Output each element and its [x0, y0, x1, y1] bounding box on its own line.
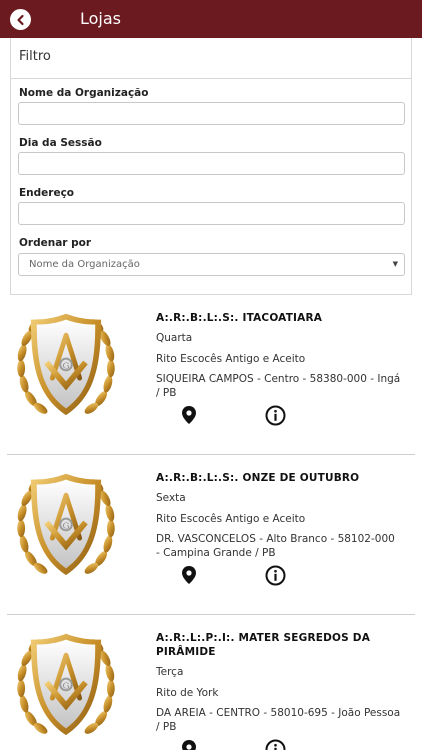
- lodge-name: A:.R:.L:.P:.I:. MATER SEGREDOS DA PIRÂMI…: [156, 632, 371, 658]
- divider: [7, 614, 415, 615]
- lodge-session-day: Terça: [156, 666, 184, 678]
- map-pin-button[interactable]: [178, 564, 200, 586]
- filter-title: Filtro: [11, 38, 411, 79]
- divider: [7, 454, 415, 455]
- info-button[interactable]: [264, 404, 286, 426]
- map-pin-icon: [182, 566, 196, 584]
- info-button[interactable]: [264, 738, 286, 750]
- lodge-address: SIQUEIRA CAMPOS - Centro - 58380-000 - I…: [156, 373, 401, 399]
- address-input[interactable]: [18, 202, 405, 225]
- info-button[interactable]: [264, 564, 286, 586]
- map-pin-button[interactable]: [178, 404, 200, 426]
- order-by-value: Nome da Organização: [29, 259, 140, 270]
- page-title: Lojas: [80, 9, 122, 28]
- lodge-rite: Rito de York: [156, 687, 219, 699]
- session-day-input[interactable]: [18, 152, 405, 175]
- org-name-label: Nome da Organização: [19, 87, 149, 99]
- info-icon: [265, 739, 285, 750]
- masonic-emblem-logo: [12, 306, 120, 421]
- filter-panel: Filtro Nome da Organização Dia da Sessão…: [10, 38, 412, 295]
- back-button[interactable]: [10, 9, 31, 30]
- lodge-card[interactable]: A:.R:.B:.L:.S:. ONZE DE OUTUBRO Sexta Ri…: [7, 460, 415, 616]
- map-pin-icon: [182, 406, 196, 424]
- order-by-label: Ordenar por: [19, 237, 92, 249]
- lodge-name: A:.R:.B:.L:.S:. ONZE DE OUTUBRO: [156, 472, 360, 484]
- lodge-rite: Rito Escocês Antigo e Aceito: [156, 353, 306, 365]
- caret-down-icon: ▼: [392, 260, 398, 268]
- lodge-rite: Rito Escocês Antigo e Aceito: [156, 513, 306, 525]
- lodge-name: A:.R:.B:.L:.S:. ITACOATIARA: [156, 312, 323, 324]
- map-pin-icon: [182, 740, 196, 750]
- session-day-label: Dia da Sessão: [19, 137, 102, 149]
- map-pin-button[interactable]: [178, 738, 200, 750]
- app-header: Lojas: [0, 0, 422, 38]
- org-name-input[interactable]: [18, 102, 405, 125]
- lodge-address: DA AREIA - CENTRO - 58010-695 - João Pes…: [156, 707, 401, 733]
- masonic-emblem-logo: [12, 466, 120, 581]
- lodge-address: DR. VASCONCELOS - Alto Branco - 58102-00…: [156, 533, 395, 559]
- chevron-left-icon: [16, 14, 24, 25]
- info-icon: [265, 405, 285, 425]
- order-by-select[interactable]: Nome da Organização ▼: [18, 253, 405, 276]
- lodge-card[interactable]: A:.R:.B:.L:.S:. ITACOATIARA Quarta Rito …: [7, 300, 415, 456]
- info-icon: [265, 565, 285, 585]
- address-label: Endereço: [19, 187, 75, 199]
- masonic-emblem-logo: [12, 626, 120, 741]
- lodge-card[interactable]: A:.R:.L:.P:.I:. MATER SEGREDOS DA PIRÂMI…: [7, 620, 415, 750]
- lodge-session-day: Sexta: [156, 492, 186, 504]
- lodge-session-day: Quarta: [156, 332, 193, 344]
